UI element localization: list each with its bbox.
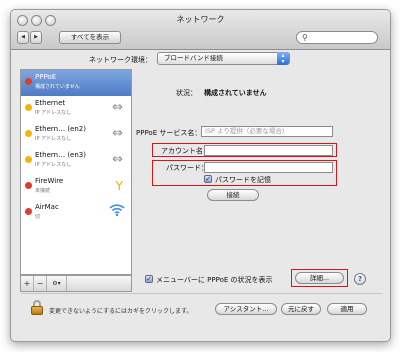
- remember-password-checkbox[interactable]: ✓: [204, 175, 212, 183]
- ethernet-arrows-icon: ⇔: [112, 152, 123, 167]
- apply-button[interactable]: 適用: [327, 303, 367, 315]
- pppoe-service-name-label: PPPoE サービス名：: [136, 129, 202, 137]
- revert-button[interactable]: 元に戻す: [281, 303, 321, 315]
- location-select[interactable]: ブロードバンド接続 ▴ ▾: [157, 52, 290, 65]
- show-status-in-menubar-checkbox[interactable]: ✓: [145, 275, 153, 283]
- service-status: 構成されていません: [35, 84, 80, 90]
- network-preferences-window: ネットワーク ◀ ▶ すべてを表示 ⚲ ネットワーク環境： ブロードバンド接続 …: [10, 9, 391, 342]
- ethernet-arrows-icon: ⇔: [112, 126, 123, 141]
- service-item-airmac[interactable]: AirMac 切: [21, 200, 131, 226]
- search-field[interactable]: ⚲: [296, 31, 378, 44]
- remember-password-label: パスワードを記憶: [215, 176, 271, 184]
- forward-button[interactable]: ▶: [30, 31, 42, 44]
- account-name-field[interactable]: [204, 145, 333, 156]
- footer-divider: [21, 293, 382, 294]
- service-list: PPPoE 構成されていません Ethernet IP アドレスなし ⇔ Eth…: [20, 69, 132, 275]
- password-label: パスワード：: [166, 164, 208, 172]
- back-button[interactable]: ◀: [17, 31, 29, 44]
- service-name: AirMac: [35, 203, 59, 211]
- status-dot-red-icon: [25, 208, 32, 215]
- connect-button[interactable]: 接続: [207, 189, 259, 201]
- status-dot-yellow-icon: [25, 104, 32, 111]
- assistant-button[interactable]: アシスタント...: [215, 303, 277, 315]
- show-status-in-menubar-label: メニューバーに PPPoE の状況を表示: [156, 276, 273, 284]
- service-item-ethernet-en3[interactable]: Ethern… (en3) IP アドレスなし ⇔: [21, 148, 131, 174]
- service-item-ethernet[interactable]: Ethernet IP アドレスなし ⇔: [21, 96, 131, 122]
- service-item-pppoe[interactable]: PPPoE 構成されていません: [21, 70, 131, 96]
- wifi-icon: [109, 203, 125, 222]
- status-value: 構成されていません: [204, 89, 267, 97]
- service-item-firewire[interactable]: FireWire 未接続 Y: [21, 174, 131, 200]
- location-label: ネットワーク環境：: [89, 56, 152, 64]
- service-name: Ethern… (en3): [35, 151, 86, 159]
- ethernet-arrows-icon: ⇔: [112, 100, 123, 115]
- title-bar: ネットワーク ◀ ▶ すべてを表示 ⚲: [11, 10, 390, 50]
- search-icon: ⚲: [302, 33, 308, 42]
- service-status: IP アドレスなし: [35, 162, 72, 168]
- service-status: 切: [35, 214, 41, 220]
- status-dot-yellow-icon: [25, 130, 32, 137]
- service-status: IP アドレスなし: [35, 110, 72, 116]
- status-dot-yellow-icon: [25, 156, 32, 163]
- status-dot-red-icon: [25, 78, 32, 85]
- service-status: IP アドレスなし: [35, 136, 72, 142]
- remove-service-button[interactable]: −: [34, 276, 47, 291]
- service-name: Ethernet: [35, 99, 66, 107]
- window-title: ネットワーク: [176, 15, 225, 24]
- lock-message: 変更できないようにするにはカギをクリックします。: [49, 308, 193, 315]
- service-name: Ethern… (en2): [35, 125, 86, 133]
- location-select-value: ブロードバンド接続: [164, 54, 223, 62]
- help-icon[interactable]: ?: [354, 273, 366, 285]
- add-service-button[interactable]: +: [21, 276, 34, 291]
- service-status: 未接続: [35, 188, 51, 194]
- select-arrows-icon: ▴ ▾: [277, 52, 289, 65]
- show-all-button[interactable]: すべてを表示: [59, 31, 121, 44]
- status-dot-red-icon: [25, 182, 32, 189]
- service-name: PPPoE: [35, 73, 57, 81]
- lock-icon[interactable]: [31, 300, 43, 316]
- service-item-ethernet-en2[interactable]: Ethern… (en2) IP アドレスなし ⇔: [21, 122, 131, 148]
- service-action-menu-button[interactable]: ⚙▾: [47, 276, 67, 291]
- firewire-icon: Y: [115, 179, 123, 193]
- pppoe-service-name-field[interactable]: ISP より提供（必要な場合）: [201, 126, 333, 137]
- account-name-label: アカウント名：: [161, 147, 210, 155]
- status-label: 状況：: [176, 89, 197, 97]
- service-name: FireWire: [35, 177, 64, 185]
- details-button[interactable]: 詳細...: [295, 272, 344, 284]
- service-list-toolbar: + − ⚙▾: [20, 275, 132, 292]
- password-field[interactable]: [204, 162, 333, 173]
